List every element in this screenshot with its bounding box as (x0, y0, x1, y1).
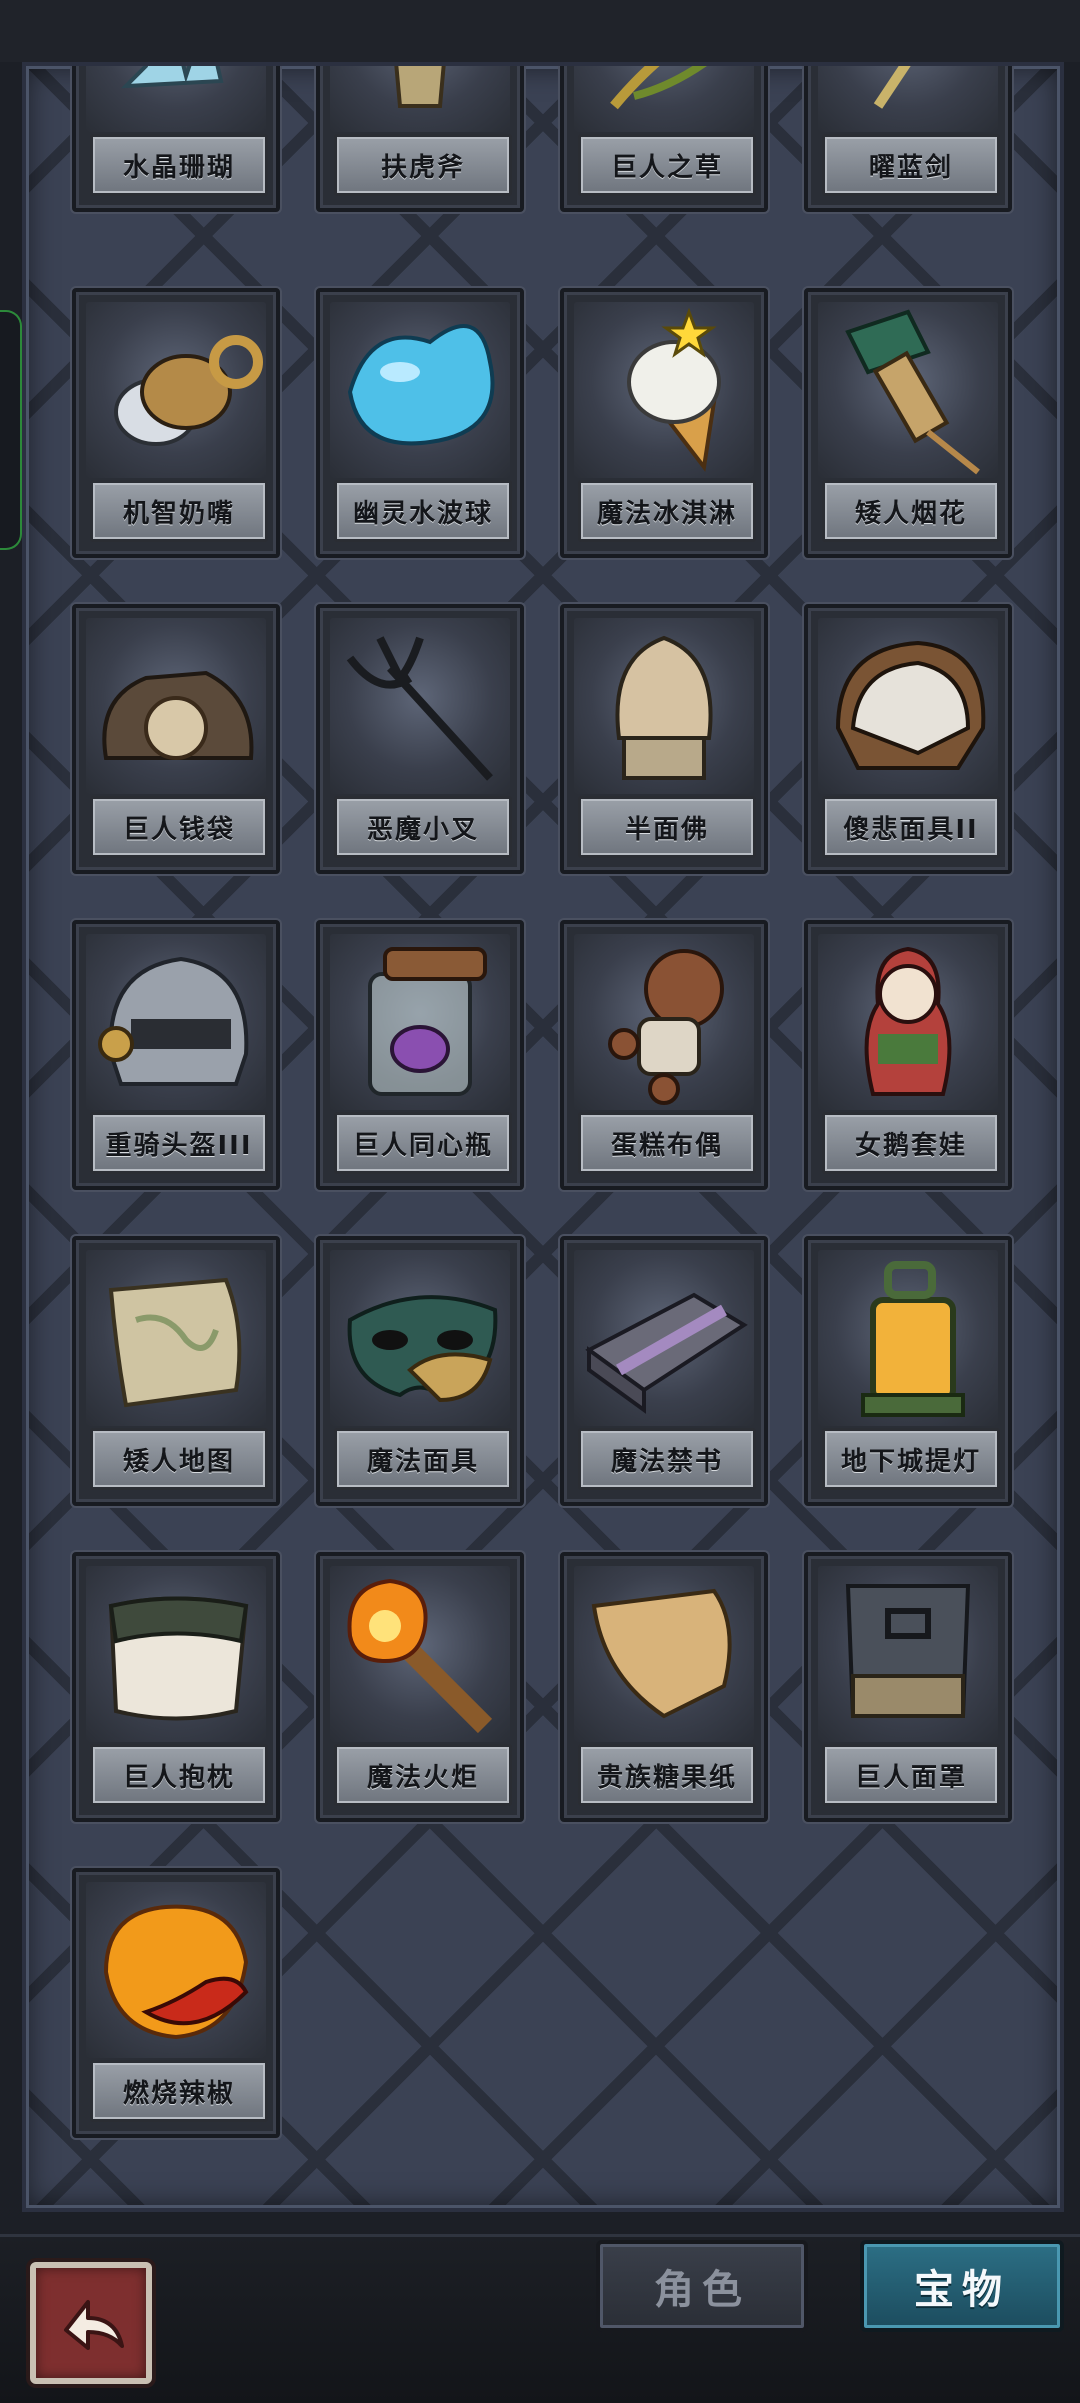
item-card[interactable]: 矮人烟花 (804, 288, 1012, 558)
water-orb-icon (330, 302, 510, 478)
item-label: 魔法火炬 (334, 1744, 512, 1806)
axe-icon (330, 66, 510, 132)
item-card[interactable]: 重骑头盔III (72, 920, 280, 1190)
item-label: 女鹅套娃 (822, 1112, 1000, 1174)
back-button[interactable] (30, 2262, 152, 2384)
lantern-icon (818, 1250, 998, 1426)
item-label: 蛋糕布偶 (578, 1112, 756, 1174)
item-label: 矮人烟花 (822, 480, 1000, 542)
item-label: 傻悲面具II (822, 796, 1000, 858)
ice-cream-icon (574, 302, 754, 478)
back-arrow-icon (64, 2300, 124, 2350)
item-card[interactable]: 巨人同心瓶 (316, 920, 524, 1190)
side-indicator (0, 310, 22, 550)
item-label: 巨人抱枕 (90, 1744, 268, 1806)
item-label: 巨人面罩 (822, 1744, 1000, 1806)
jar-icon (330, 934, 510, 1110)
item-card[interactable]: 巨人之草 (560, 66, 768, 212)
item-card[interactable]: 地下城提灯 (804, 1236, 1012, 1506)
candy-paper-icon (574, 1566, 754, 1742)
item-label: 重骑头盔III (90, 1112, 268, 1174)
item-label: 半面佛 (578, 796, 756, 858)
item-label: 巨人之草 (578, 134, 756, 196)
item-label: 水晶珊瑚 (90, 134, 268, 196)
tab-treasure[interactable]: 宝物 (860, 2240, 1064, 2332)
item-card[interactable]: 巨人面罩 (804, 1552, 1012, 1822)
item-label: 巨人钱袋 (90, 796, 268, 858)
face-guard-icon (818, 1566, 998, 1742)
knight-helmet-icon (86, 934, 266, 1110)
item-label: 巨人同心瓶 (334, 1112, 512, 1174)
item-label: 贵族糖果纸 (578, 1744, 756, 1806)
money-bag-icon (86, 618, 266, 794)
item-label: 魔法冰淇淋 (578, 480, 756, 542)
item-label: 矮人地图 (90, 1428, 268, 1490)
tab-role[interactable]: 角色 (596, 2240, 808, 2332)
item-label: 恶魔小叉 (334, 796, 512, 858)
item-card[interactable]: 魔法火炬 (316, 1552, 524, 1822)
masquerade-mask-icon (330, 1250, 510, 1426)
item-label: 地下城提灯 (822, 1428, 1000, 1490)
item-card[interactable]: 傻悲面具II (804, 604, 1012, 874)
item-card[interactable]: 幽灵水波球 (316, 288, 524, 558)
item-card[interactable]: 恶魔小叉 (316, 604, 524, 874)
pacifier-icon (86, 302, 266, 478)
top-strip (0, 0, 1080, 62)
pillow-icon (86, 1566, 266, 1742)
blue-sword-icon (818, 66, 998, 132)
item-card[interactable]: 半面佛 (560, 604, 768, 874)
item-card[interactable]: 魔法禁书 (560, 1236, 768, 1506)
burning-pepper-icon (86, 1882, 266, 2058)
item-card[interactable]: 燃烧辣椒 (72, 1868, 280, 2138)
item-label: 魔法面具 (334, 1428, 512, 1490)
voodoo-doll-icon (574, 934, 754, 1110)
crystal-coral-icon (86, 66, 266, 132)
item-card[interactable]: 女鹅套娃 (804, 920, 1012, 1190)
item-label: 魔法禁书 (578, 1428, 756, 1490)
item-label: 幽灵水波球 (334, 480, 512, 542)
item-card[interactable]: 贵族糖果纸 (560, 1552, 768, 1822)
item-label: 燃烧辣椒 (90, 2060, 268, 2122)
item-label: 机智奶嘴 (90, 480, 268, 542)
item-card[interactable]: 机智奶嘴 (72, 288, 280, 558)
forbidden-book-icon (574, 1250, 754, 1426)
item-label: 扶虎斧 (334, 134, 512, 196)
sad-mask-icon (818, 618, 998, 794)
item-card[interactable]: 巨人钱袋 (72, 604, 280, 874)
item-card[interactable]: 魔法冰淇淋 (560, 288, 768, 558)
torch-icon (330, 1566, 510, 1742)
half-buddha-icon (574, 618, 754, 794)
item-card[interactable]: 曜蓝剑 (804, 66, 1012, 212)
item-label: 曜蓝剑 (822, 134, 1000, 196)
item-card[interactable]: 巨人抱枕 (72, 1552, 280, 1822)
map-icon (86, 1250, 266, 1426)
treasure-grid-panel[interactable]: 水晶珊瑚 扶虎斧 巨人之草 曜蓝剑 机智奶嘴 幽灵水波球 魔法冰淇淋 矮人烟花 … (22, 62, 1064, 2212)
item-card[interactable]: 魔法面具 (316, 1236, 524, 1506)
item-card[interactable]: 扶虎斧 (316, 66, 524, 212)
trident-icon (330, 618, 510, 794)
matryoshka-icon (818, 934, 998, 1110)
item-card[interactable]: 矮人地图 (72, 1236, 280, 1506)
giant-grass-icon (574, 66, 754, 132)
item-card[interactable]: 水晶珊瑚 (72, 66, 280, 212)
firework-icon (818, 302, 998, 478)
item-card[interactable]: 蛋糕布偶 (560, 920, 768, 1190)
